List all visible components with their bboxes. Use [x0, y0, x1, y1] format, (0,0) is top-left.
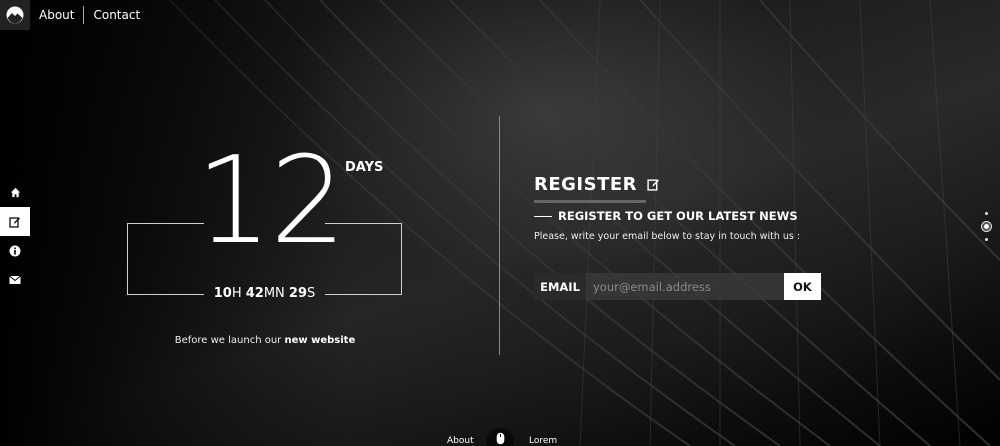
launch-message-emphasis: new website [284, 335, 356, 346]
home-icon [10, 187, 20, 198]
register-subtitle-text: REGISTER TO GET OUR LATEST NEWS [558, 209, 798, 223]
register-subtitle: REGISTER TO GET OUR LATEST NEWS [534, 209, 798, 223]
email-label: EMAIL [534, 273, 586, 300]
countdown-seconds: 29 [288, 286, 308, 301]
info-icon [9, 245, 21, 256]
bottom-navigation: About Lorem [0, 426, 1000, 446]
launch-message-prefix: Before we launch our [174, 335, 282, 346]
pager-dot-1[interactable] [984, 212, 988, 215]
newsletter-form: EMAIL OK [534, 273, 821, 300]
nav-about-link[interactable]: About [39, 8, 74, 22]
launch-message: Before we launch our new website [140, 335, 390, 346]
countdown-hours-unit: H [231, 286, 242, 301]
mail-icon [9, 275, 21, 284]
scroll-mouse-button[interactable] [486, 428, 514, 446]
nav-contact-link[interactable]: Contact [93, 8, 140, 22]
countdown-hours: 10 [213, 286, 232, 301]
pager-dot-3[interactable] [984, 238, 988, 241]
bottom-about-link[interactable]: About [447, 436, 474, 446]
site-logo[interactable] [0, 0, 30, 30]
countdown-time: 10H 42MN 29S [204, 286, 325, 301]
countdown-minutes-unit: MN [263, 286, 285, 301]
pager-dot-2[interactable] [981, 222, 991, 231]
mouse-icon [496, 432, 504, 445]
sidebar-item-home[interactable] [0, 178, 30, 207]
sidebar-item-contact[interactable] [0, 265, 30, 294]
section-pager [981, 212, 991, 241]
register-title: REGISTER [534, 174, 660, 195]
nav-separator [83, 6, 85, 24]
subtitle-dash [534, 215, 552, 217]
top-navigation: About Contact [39, 6, 140, 24]
bottom-lorem-link[interactable]: Lorem [529, 436, 557, 446]
mountain-logo-icon [6, 6, 24, 24]
side-navigation [0, 178, 30, 294]
countdown-days-label: DAYS [345, 160, 384, 175]
countdown-days-number: 12 [195, 132, 347, 271]
register-description: Please, write your email below to stay i… [534, 231, 801, 242]
register-title-text: REGISTER [534, 174, 638, 195]
edit-icon [9, 216, 20, 228]
sidebar-item-register[interactable] [0, 207, 30, 236]
countdown-minutes: 42 [245, 286, 264, 301]
edit-icon [647, 178, 660, 191]
submit-button[interactable]: OK [784, 273, 821, 300]
sidebar-item-info[interactable] [0, 236, 30, 265]
register-title-underline [534, 200, 646, 203]
email-input[interactable] [586, 273, 784, 300]
vertical-divider [499, 116, 500, 355]
countdown-seconds-unit: S [307, 286, 316, 301]
